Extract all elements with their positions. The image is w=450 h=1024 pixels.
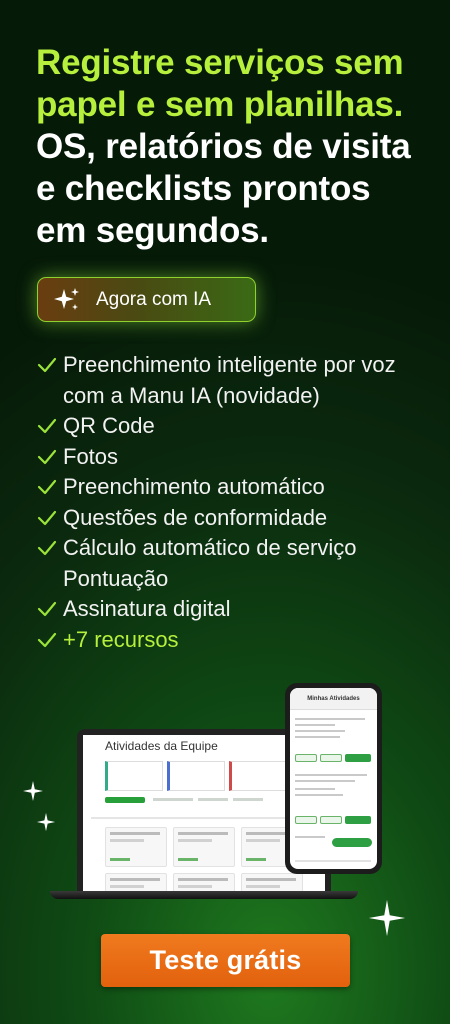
phone-screen: Minhas Atividades xyxy=(290,688,377,869)
task-card xyxy=(173,827,235,867)
phone-mockup: Minhas Atividades xyxy=(285,683,382,874)
check-icon xyxy=(37,442,63,472)
free-trial-button[interactable]: Teste grátis xyxy=(101,934,350,987)
feature-item: Preenchimento inteligente por voz com a … xyxy=(37,350,437,411)
phone-fab-button xyxy=(332,838,372,847)
device-mockup: Atividades da Equipe Minhas Atividades xyxy=(0,680,450,937)
ai-badge-label: Agora com IA xyxy=(96,288,212,310)
check-icon xyxy=(37,411,63,441)
headline-line-4: e checklists prontos xyxy=(36,169,371,208)
phone-screen-title: Minhas Atividades xyxy=(290,688,377,710)
check-icon xyxy=(37,350,63,380)
check-icon xyxy=(37,625,63,655)
sparkle-icon xyxy=(23,781,43,801)
phone-action-button xyxy=(295,816,317,824)
filter-bar xyxy=(233,798,263,801)
sparkle-icon xyxy=(36,812,56,832)
summary-card xyxy=(105,761,163,791)
feature-item: Assinatura digital xyxy=(37,594,437,625)
phone-action-button xyxy=(345,816,371,824)
new-activity-button xyxy=(105,797,145,803)
laptop-base xyxy=(50,891,358,899)
feature-item: Questões de conformidade xyxy=(37,503,437,534)
sparkle-icon xyxy=(368,899,406,937)
summary-card xyxy=(229,761,287,791)
sparkle-icon xyxy=(54,287,79,310)
check-icon xyxy=(37,533,63,563)
check-icon xyxy=(37,594,63,624)
phone-action-button xyxy=(295,754,317,762)
phone-action-button xyxy=(345,754,371,762)
laptop-screen-title: Atividades da Equipe xyxy=(105,739,218,753)
feature-item: Fotos xyxy=(37,442,437,473)
check-icon xyxy=(37,503,63,533)
feature-item-more: +7 recursos xyxy=(37,625,437,656)
filter-bar xyxy=(153,798,193,801)
phone-action-button xyxy=(320,816,342,824)
task-card xyxy=(105,827,167,867)
feature-item: Cálculo automático de serviço Pontuação xyxy=(37,533,437,594)
feature-list: Preenchimento inteligente por voz com a … xyxy=(37,350,437,655)
feature-item: Preenchimento automático xyxy=(37,472,437,503)
headline-line-5: em segundos. xyxy=(36,211,269,250)
check-icon xyxy=(37,472,63,502)
summary-card xyxy=(167,761,225,791)
headline: Registre serviços sem papel e sem planil… xyxy=(36,42,426,252)
headline-line-3: OS, relatórios de visita xyxy=(36,127,411,166)
headline-line-1: Registre serviços sem xyxy=(36,43,404,82)
ai-badge: Agora com IA xyxy=(37,277,256,322)
filter-bar xyxy=(198,798,228,801)
feature-item: QR Code xyxy=(37,411,437,442)
headline-line-2: papel e sem planilhas. xyxy=(36,85,404,124)
phone-action-button xyxy=(320,754,342,762)
